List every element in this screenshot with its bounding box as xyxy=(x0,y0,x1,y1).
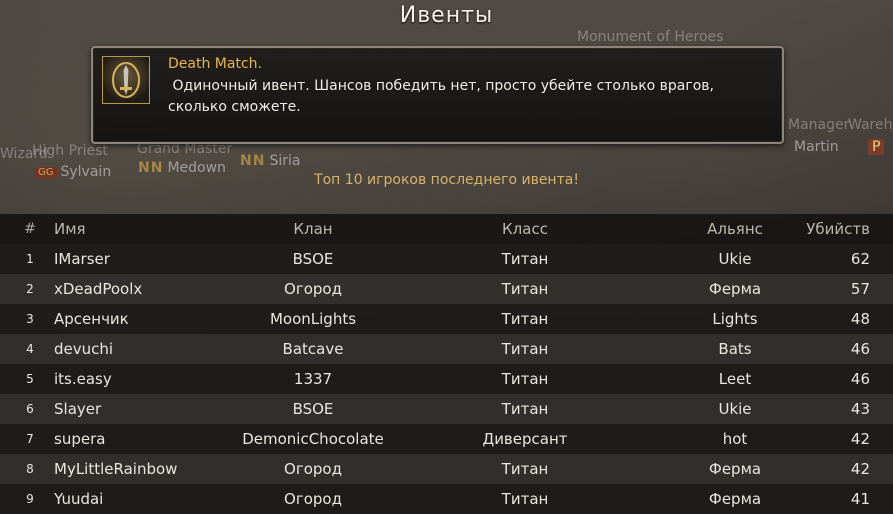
row-alliance: Ферма xyxy=(708,460,762,478)
row-num: 2 xyxy=(26,282,34,296)
row-name: MyLittleRainbow xyxy=(54,460,178,478)
row-name: supera xyxy=(54,430,106,448)
row-clan: Batcave xyxy=(282,340,344,358)
row-clan: Огород xyxy=(284,490,342,508)
row-name: Yuudai xyxy=(54,490,104,508)
row-num: 7 xyxy=(26,432,34,446)
row-class: Титан xyxy=(501,310,549,328)
row-num: 1 xyxy=(26,252,34,266)
row-kills: 46 xyxy=(850,370,870,388)
table-row: 5 its.easy 1337 Титан Leet 46 xyxy=(0,364,893,394)
row-name: Slayer xyxy=(54,400,102,418)
row-class: Титан xyxy=(501,340,549,358)
event-description: Одиночный ивент. Шансов победить нет, пр… xyxy=(168,78,719,115)
scene-player-siria: NN Siria xyxy=(240,153,301,169)
row-num: 6 xyxy=(26,402,34,416)
row-class: Титан xyxy=(501,370,549,388)
table-row: 1 IMarser BSOE Титан Ukie 62 xyxy=(0,244,893,274)
row-alliance: Leet xyxy=(718,370,752,388)
sword-event-icon xyxy=(102,56,150,104)
row-alliance: hot xyxy=(722,430,748,448)
row-kills: 42 xyxy=(850,460,870,478)
header-class: Класс xyxy=(502,220,548,238)
row-clan: BSOE xyxy=(292,400,334,418)
row-alliance: Ukie xyxy=(718,400,752,418)
scene-player-tag: P xyxy=(868,139,885,155)
header-kills: Убийств xyxy=(806,220,870,238)
window-title: Ивенты xyxy=(399,3,494,28)
scene-player-martin: Martin xyxy=(794,139,839,155)
row-num: 4 xyxy=(26,342,34,356)
table-header-row: # Имя Клан Класс Альянс Убийств xyxy=(0,214,893,244)
row-kills: 43 xyxy=(850,400,870,418)
row-alliance: Ферма xyxy=(708,280,762,298)
row-kills: 42 xyxy=(850,430,870,448)
row-kills: 41 xyxy=(850,490,870,508)
row-clan: DemonicChocolate xyxy=(242,430,384,448)
row-name: Арсенчик xyxy=(54,310,129,328)
row-class: Диверсант xyxy=(482,430,568,448)
scene-label-warehouse: Wareh xyxy=(848,117,893,133)
row-kills: 57 xyxy=(850,280,870,298)
table-row: 8 MyLittleRainbow Огород Титан Ферма 42 xyxy=(0,454,893,484)
row-class: Титан xyxy=(501,460,549,478)
event-info-panel: Death Match. Одиночный ивент. Шансов поб… xyxy=(91,46,784,144)
scene-label-monument: Monument of Heroes xyxy=(577,29,724,45)
table-row: 6 Slayer BSOE Титан Ukie 43 xyxy=(0,394,893,424)
event-name: Death Match. xyxy=(168,56,262,72)
row-num: 8 xyxy=(26,462,34,476)
row-num: 9 xyxy=(26,492,34,506)
row-clan: Огород xyxy=(284,460,342,478)
row-class: Титан xyxy=(501,490,549,508)
table-row: 2 xDeadPoolx Огород Титан Ферма 57 xyxy=(0,274,893,304)
leaderboard-table: # Имя Клан Класс Альянс Убийств 1 IMarse… xyxy=(0,214,893,514)
row-clan: Огород xyxy=(284,280,342,298)
row-kills: 46 xyxy=(850,340,870,358)
header-num: # xyxy=(24,221,36,237)
clan-crest-icon: NN xyxy=(240,153,266,169)
row-name: its.easy xyxy=(54,370,112,388)
scene-label-high-priest: High Priest xyxy=(32,143,108,159)
header-clan: Клан xyxy=(293,220,333,238)
row-alliance: Ukie xyxy=(718,250,752,268)
row-name: IMarser xyxy=(54,250,110,268)
table-row: 3 Арсенчик MoonLights Титан Lights 48 xyxy=(0,304,893,334)
table-row: 4 devuchi Batcave Титан Bats 46 xyxy=(0,334,893,364)
row-kills: 62 xyxy=(850,250,870,268)
row-alliance: Bats xyxy=(718,340,752,358)
row-name: xDeadPoolx xyxy=(54,280,143,298)
sword-icon-graphic xyxy=(112,62,140,98)
row-alliance: Ферма xyxy=(708,490,762,508)
row-class: Титан xyxy=(501,280,549,298)
header-name: Имя xyxy=(54,220,86,238)
row-clan: MoonLights xyxy=(269,310,357,328)
table-row: 7 supera DemonicChocolate Диверсант hot … xyxy=(0,424,893,454)
table-row: 9 Yuudai Огород Титан Ферма 41 xyxy=(0,484,893,514)
row-class: Титан xyxy=(501,400,549,418)
scene-label-manager: Manager xyxy=(788,117,850,133)
row-num: 5 xyxy=(26,372,34,386)
top-players-caption: Топ 10 игроков последнего ивента! xyxy=(314,172,579,188)
row-name: devuchi xyxy=(54,340,114,358)
row-clan: 1337 xyxy=(293,370,333,388)
row-kills: 48 xyxy=(850,310,870,328)
header-alliance: Альянс xyxy=(707,220,763,238)
row-num: 3 xyxy=(26,312,34,326)
row-clan: BSOE xyxy=(292,250,334,268)
row-class: Титан xyxy=(501,250,549,268)
row-alliance: Lights xyxy=(712,310,758,328)
